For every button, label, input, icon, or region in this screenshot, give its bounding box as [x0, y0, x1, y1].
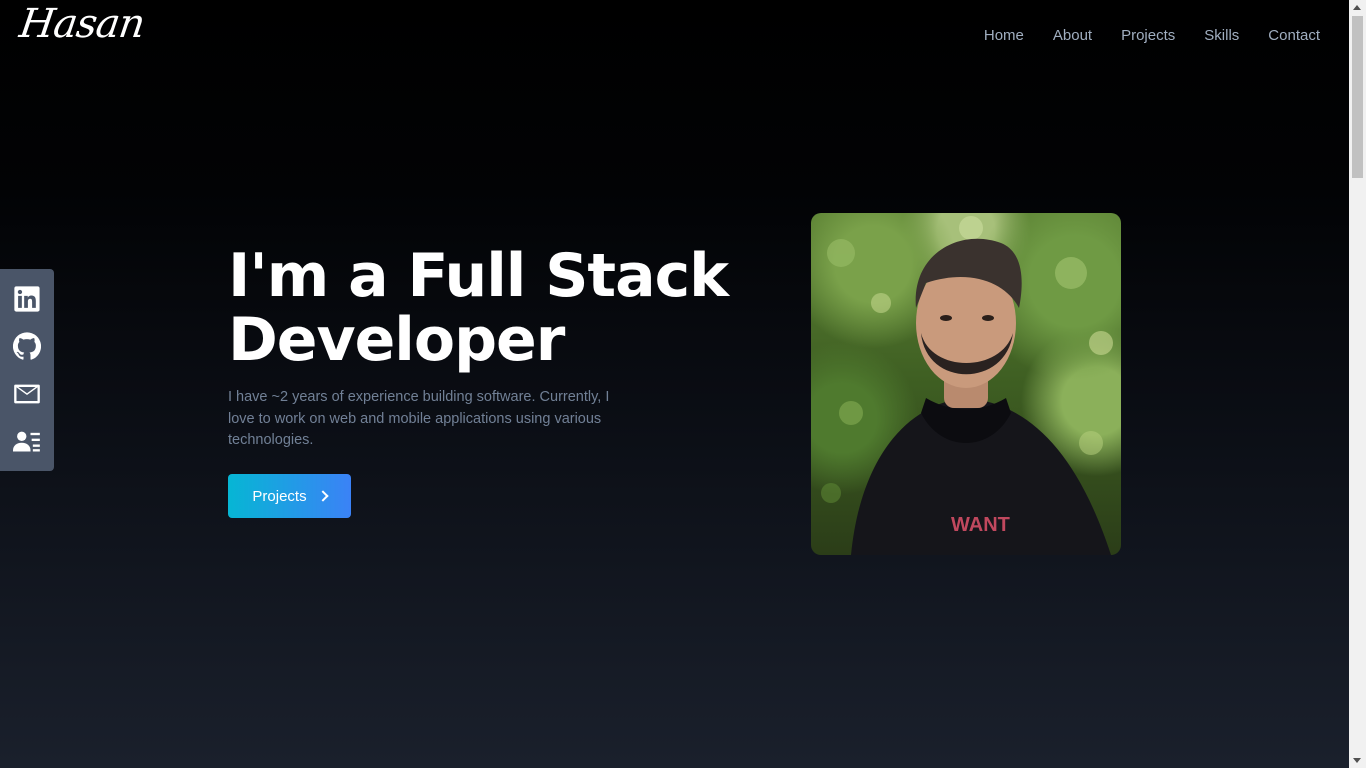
- social-sidebar: [0, 269, 54, 471]
- page-scrollbar[interactable]: [1349, 0, 1366, 768]
- nav-home[interactable]: Home: [984, 26, 1024, 46]
- nav-contact[interactable]: Contact: [1268, 26, 1320, 46]
- scroll-down-arrow-icon[interactable]: [1353, 758, 1361, 763]
- profile-photo: WANT: [811, 213, 1121, 555]
- nav-skills[interactable]: Skills: [1204, 26, 1239, 46]
- page: Hasan Home About Projects Skills Contact…: [0, 0, 1349, 768]
- svg-text:WANT: WANT: [951, 514, 1010, 536]
- hero-title: I'm a Full Stack Developer: [228, 241, 729, 375]
- scroll-up-arrow-icon[interactable]: [1353, 5, 1361, 10]
- nav-about[interactable]: About: [1053, 26, 1092, 46]
- linkedin-icon[interactable]: [12, 284, 42, 314]
- chevron-right-icon: [316, 490, 329, 502]
- projects-button[interactable]: Projects: [228, 474, 351, 518]
- mail-icon[interactable]: [12, 379, 42, 409]
- projects-button-label: Projects: [252, 487, 307, 505]
- site-logo[interactable]: Hasan: [17, 1, 147, 47]
- github-icon[interactable]: [12, 331, 42, 361]
- contact-card-icon[interactable]: [12, 426, 42, 456]
- scrollbar-thumb[interactable]: [1352, 16, 1363, 178]
- main-nav: Home About Projects Skills Contact: [984, 26, 1320, 46]
- hero-description: I have ~2 years of experience building s…: [228, 389, 610, 448]
- nav-projects[interactable]: Projects: [1121, 26, 1175, 46]
